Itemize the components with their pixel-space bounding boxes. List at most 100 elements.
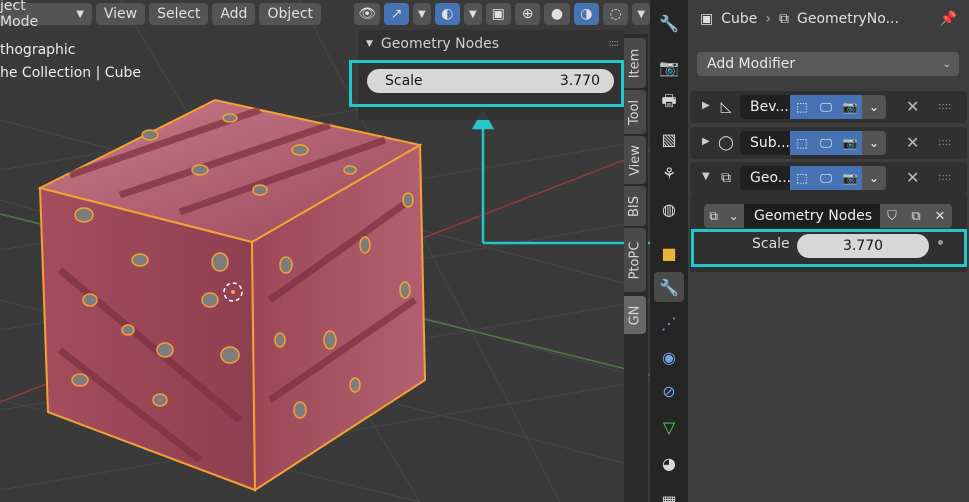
camera-icon: 📷 <box>842 100 858 114</box>
object-tab[interactable]: ■ <box>654 238 684 268</box>
xray-toggle[interactable]: ▣ <box>485 3 511 25</box>
menu-add[interactable]: Add <box>212 3 256 25</box>
modifier-scale-field[interactable]: 3.770 <box>797 234 929 258</box>
geometry-nodes-icon: ⧉ <box>779 11 789 27</box>
collection-label: he Collection | Cube <box>0 65 141 81</box>
3d-viewport[interactable]: ject Mode ▼ View Select Add Object 👁 ↗ ▼… <box>0 0 650 502</box>
drag-handle-icon[interactable]: :::: <box>938 101 951 112</box>
close-icon[interactable]: ✕ <box>906 133 919 152</box>
tool-tab[interactable]: 🔧 <box>654 8 684 38</box>
properties-tab-strip: 🔧 📷 🖶 ▧ ⚘ ◍ ■ 🔧 ⋰ ◉ ⊘ ▽ ◕ ▦ <box>650 0 688 502</box>
close-icon: ✕ <box>934 208 946 224</box>
show-overlays-button[interactable]: ◐ <box>434 3 461 25</box>
node-group-name-field[interactable]: Geometry Nodes <box>744 204 880 228</box>
edit-mode-icon: ⬚ <box>796 100 808 114</box>
expand-triangle-icon[interactable]: ▶ <box>702 100 710 111</box>
close-icon[interactable]: ✕ <box>906 97 919 116</box>
data-tab[interactable]: ▽ <box>654 412 684 442</box>
scene-tab[interactable]: ⚘ <box>654 158 684 188</box>
keyframe-dot-icon[interactable] <box>938 240 943 245</box>
tool-settings-icon: 🔧 <box>659 13 679 33</box>
shading-wireframe[interactable]: ⊕ <box>514 3 541 25</box>
edit-mode-toggle[interactable]: ⬚ <box>790 166 814 190</box>
scale-label: Scale <box>385 73 423 89</box>
gizmo-dropdown[interactable]: ▼ <box>413 3 431 25</box>
tab-gn[interactable]: GN <box>624 296 646 334</box>
eye-icon: 👁 <box>358 6 376 22</box>
pin-icon[interactable]: 📌 <box>940 11 957 27</box>
panel-header-geometry-nodes[interactable]: ▼ Geometry Nodes <box>358 30 624 58</box>
shading-solid[interactable]: ● <box>544 3 570 25</box>
duplicate-button[interactable]: ⧉ <box>904 204 928 228</box>
chevron-down-icon: ⌄ <box>868 100 880 114</box>
tab-view[interactable]: View <box>624 136 646 184</box>
shading-dropdown[interactable]: ▼ <box>632 3 650 25</box>
collapse-triangle-icon[interactable]: ▼ <box>702 171 710 182</box>
shading-material[interactable]: ◑ <box>573 3 600 25</box>
fake-user-button[interactable]: ⛉ <box>880 204 904 228</box>
tab-tool[interactable]: Tool <box>624 90 646 134</box>
material-tab[interactable]: ◕ <box>654 448 684 478</box>
chevron-right-icon: › <box>765 11 771 27</box>
viewport-toggle[interactable]: 🖵 <box>814 166 838 190</box>
drag-handle-icon[interactable]: :::: <box>609 38 620 49</box>
modifier-bevel[interactable]: ▶ ◺ Bev... ⬚ 🖵 📷 ⌄ ✕ :::: <box>690 91 967 123</box>
modifier-subdivision[interactable]: ▶ ◯ Sub... ⬚ 🖵 📷 ⌄ ✕ :::: <box>690 127 967 159</box>
tab-bis[interactable]: BIS <box>624 186 646 226</box>
mode-selector[interactable]: ject Mode ▼ <box>0 0 92 30</box>
render-toggle[interactable]: 📷 <box>838 95 862 119</box>
modifier-name-field[interactable]: Sub... <box>740 131 790 155</box>
physics-icon: ◉ <box>662 347 676 367</box>
unlink-button[interactable]: ✕ <box>928 204 952 228</box>
object-data-icon: ▣ <box>700 11 714 27</box>
material-sphere-icon: ◑ <box>580 6 593 22</box>
physics-tab[interactable]: ◉ <box>654 342 684 372</box>
copy-icon: ⧉ <box>911 208 921 224</box>
view-object-types-button[interactable]: 👁 <box>354 3 380 25</box>
chevron-down-icon: ⌄ <box>942 58 951 70</box>
particles-tab[interactable]: ⋰ <box>654 308 684 338</box>
modifier-menu-dropdown[interactable]: ⌄ <box>862 131 886 155</box>
drag-handle-icon[interactable]: :::: <box>938 137 951 148</box>
cube-object[interactable] <box>37 98 427 492</box>
render-toggle[interactable]: 📷 <box>838 131 862 155</box>
view-layer-tab[interactable]: ▧ <box>654 124 684 154</box>
tab-ptopc[interactable]: PtoPC <box>624 228 646 292</box>
menu-select[interactable]: Select <box>149 3 209 25</box>
solid-sphere-icon: ● <box>550 6 564 22</box>
world-tab[interactable]: ◍ <box>654 194 684 224</box>
modifier-tab[interactable]: 🔧 <box>654 272 684 302</box>
tab-item[interactable]: Item <box>624 38 646 88</box>
add-modifier-button[interactable]: Add Modifier ⌄ <box>697 52 959 76</box>
output-tab[interactable]: 🖶 <box>654 88 684 118</box>
particles-icon: ⋰ <box>661 313 677 333</box>
close-icon[interactable]: ✕ <box>906 168 919 187</box>
modifier-menu-dropdown[interactable]: ⌄ <box>862 166 886 190</box>
edit-mode-toggle[interactable]: ⬚ <box>790 95 814 119</box>
modifier-name-field[interactable]: Bev... <box>740 95 790 119</box>
render-toggle[interactable]: 📷 <box>838 166 862 190</box>
texture-tab[interactable]: ▦ <box>654 486 684 502</box>
geometry-nodes-icon: ⧉ <box>721 170 731 186</box>
viewport-toggle[interactable]: 🖵 <box>814 131 838 155</box>
chevron-down-icon: ▼ <box>468 8 477 20</box>
modifier-menu-dropdown[interactable]: ⌄ <box>862 95 886 119</box>
scale-field-viewport[interactable]: Scale 3.770 <box>367 69 614 93</box>
node-tree-icon: ⧉ <box>709 208 718 223</box>
menu-object[interactable]: Object <box>259 3 322 25</box>
render-tab[interactable]: 📷 <box>654 52 684 82</box>
shading-rendered[interactable]: ◌ <box>603 3 629 25</box>
viewport-toggle[interactable]: 🖵 <box>814 95 838 119</box>
modifier-name-field[interactable]: Geo... <box>740 166 790 190</box>
constraints-tab[interactable]: ⊘ <box>654 376 684 406</box>
drag-handle-icon[interactable]: :::: <box>938 172 951 183</box>
expand-triangle-icon[interactable]: ▶ <box>702 136 710 147</box>
show-gizmo-button[interactable]: ↗ <box>383 3 410 25</box>
monitor-icon: 🖵 <box>820 99 832 114</box>
chevron-down-icon: ▼ <box>76 8 84 20</box>
node-group-browse[interactable]: ⧉ ⌄ <box>704 204 744 228</box>
edit-mode-toggle[interactable]: ⬚ <box>790 131 814 155</box>
overlays-dropdown[interactable]: ▼ <box>464 3 482 25</box>
menu-view[interactable]: View <box>95 3 146 25</box>
modifier-geometry-nodes[interactable]: ▼ ⧉ Geo... ⬚ 🖵 📷 ⌄ ✕ :::: <box>690 162 967 194</box>
